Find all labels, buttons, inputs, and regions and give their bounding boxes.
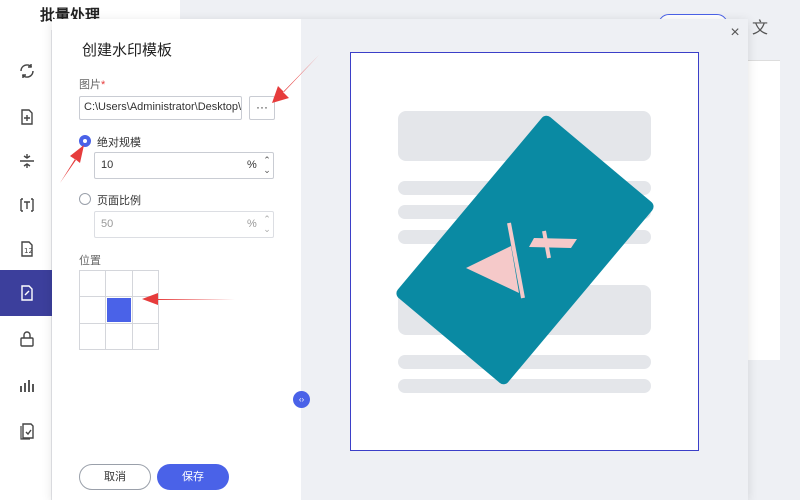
page-number-icon: 12	[21, 241, 33, 257]
collapse-toggle-button[interactable]: ‹›	[293, 391, 310, 408]
check-file-icon	[20, 423, 34, 440]
close-icon[interactable]: ×	[726, 24, 744, 42]
image-path-input[interactable]: C:\Users\Administrator\Desktop\	[79, 96, 242, 120]
save-button[interactable]: 保存	[157, 464, 229, 490]
language-icon[interactable]: 文	[752, 14, 768, 38]
sidebar-item-watermark[interactable]	[0, 270, 52, 316]
absolute-scale-label: 绝对规模	[97, 137, 141, 149]
text-icon	[20, 198, 34, 212]
image-label-text: 图片	[79, 79, 101, 91]
sidebar-item-convert[interactable]	[0, 48, 52, 94]
page-ratio-stepper[interactable]: 50 % ⌃ ⌄	[94, 211, 274, 238]
spin-down-icon[interactable]: ⌄	[260, 165, 274, 175]
add-file-icon	[21, 109, 33, 125]
lock-icon	[20, 331, 34, 347]
sidebar-item-check[interactable]	[0, 408, 52, 454]
sidebar-item-text[interactable]	[0, 182, 52, 228]
position-cell-center[interactable]	[106, 297, 133, 324]
sidebar-item-add-file[interactable]	[0, 94, 52, 140]
image-label: 图片*	[79, 76, 105, 92]
create-watermark-template-dialog: 创建水印模板 图片* C:\Users\Administrator\Deskto…	[52, 19, 748, 500]
spin-up-icon[interactable]: ⌃	[260, 155, 274, 165]
dialog-title: 创建水印模板	[82, 42, 173, 59]
position-cell-bottom-center[interactable]	[106, 323, 133, 350]
absolute-scale-value: 10	[101, 159, 114, 171]
absolute-scale-radio[interactable]	[79, 135, 91, 147]
page-ratio-unit: %	[247, 218, 257, 230]
absolute-scale-unit: %	[247, 159, 257, 171]
spin-up-icon[interactable]: ⌃	[260, 214, 274, 224]
page-ratio-spinner[interactable]: ⌃ ⌄	[260, 212, 274, 237]
svg-text:12: 12	[24, 247, 33, 255]
sidebar-item-chart[interactable]	[0, 362, 52, 408]
absolute-scale-spinner[interactable]: ⌃ ⌄	[260, 153, 274, 178]
compress-icon	[20, 154, 34, 168]
watermark-image	[396, 115, 654, 385]
preview-page	[350, 52, 699, 451]
sidebar-item-compress[interactable]	[0, 138, 52, 184]
cancel-button[interactable]: 取消	[79, 464, 151, 490]
position-cell-top-center[interactable]	[106, 271, 133, 298]
convert-icon	[20, 64, 34, 78]
sidebar-item-page-number[interactable]: 12	[0, 226, 52, 272]
page-ratio-value: 50	[101, 218, 114, 230]
settings-pane: 创建水印模板 图片* C:\Users\Administrator\Deskto…	[52, 19, 301, 500]
chart-icon	[20, 380, 34, 392]
absolute-scale-stepper[interactable]: 10 % ⌃ ⌄	[94, 152, 274, 179]
watermark-icon	[21, 285, 33, 301]
preview-pane	[301, 19, 748, 500]
position-cell-middle-right[interactable]	[132, 297, 159, 324]
page-ratio-label: 页面比例	[97, 195, 141, 207]
spin-down-icon[interactable]: ⌄	[260, 224, 274, 234]
position-cell-middle-left[interactable]	[80, 297, 107, 324]
position-grid	[79, 270, 159, 350]
sidebar-item-lock[interactable]	[0, 316, 52, 362]
position-cell-top-left[interactable]	[80, 271, 107, 298]
tool-sidebar: 12	[0, 30, 52, 500]
position-cell-top-right[interactable]	[132, 271, 159, 298]
required-mark: *	[101, 79, 106, 91]
position-label: 位置	[79, 255, 101, 267]
page-ratio-radio[interactable]	[79, 193, 91, 205]
position-cell-bottom-left[interactable]	[80, 323, 107, 350]
position-cell-bottom-right[interactable]	[132, 323, 159, 350]
browse-button[interactable]: ···	[249, 96, 275, 120]
